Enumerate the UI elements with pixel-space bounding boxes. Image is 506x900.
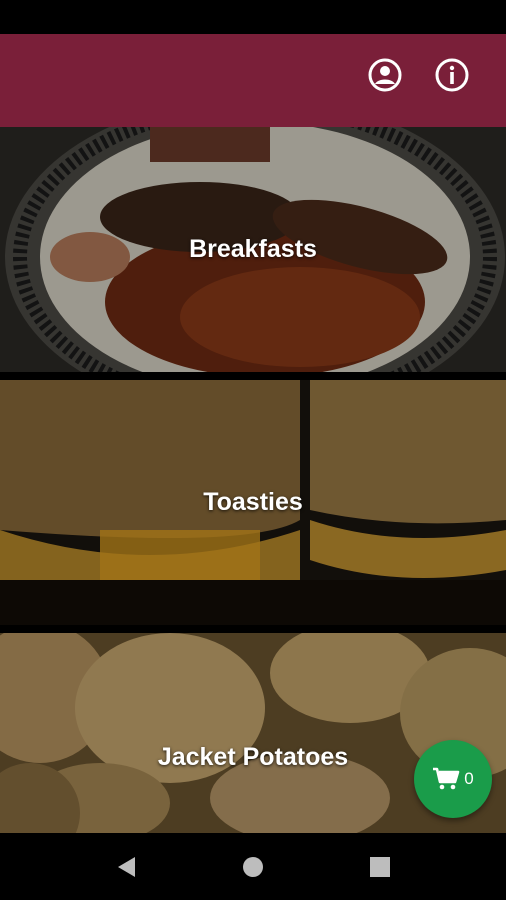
info-icon [435, 58, 469, 92]
home-icon [243, 857, 263, 877]
cart-count: 0 [464, 769, 474, 788]
category-breakfasts[interactable]: Breakfasts [0, 127, 506, 372]
nav-home-button[interactable] [239, 853, 267, 881]
category-label: Jacket Potatoes [157, 742, 349, 771]
category-label: Breakfasts [189, 235, 317, 263]
account-circle-icon [368, 58, 402, 92]
category-toasties[interactable]: Toasties [0, 380, 506, 625]
cart-icon [433, 767, 460, 790]
category-label: Toasties [203, 488, 303, 516]
back-icon [118, 857, 135, 877]
nav-recent-button[interactable] [366, 853, 394, 881]
account-button[interactable] [367, 57, 403, 93]
status-bar [0, 0, 506, 34]
app-bar [0, 34, 506, 127]
system-nav-bar [0, 833, 506, 900]
nav-back-button[interactable] [112, 853, 140, 881]
cart-button[interactable]: 0 [414, 740, 492, 818]
info-button[interactable] [434, 57, 470, 93]
recent-apps-icon [370, 857, 390, 877]
